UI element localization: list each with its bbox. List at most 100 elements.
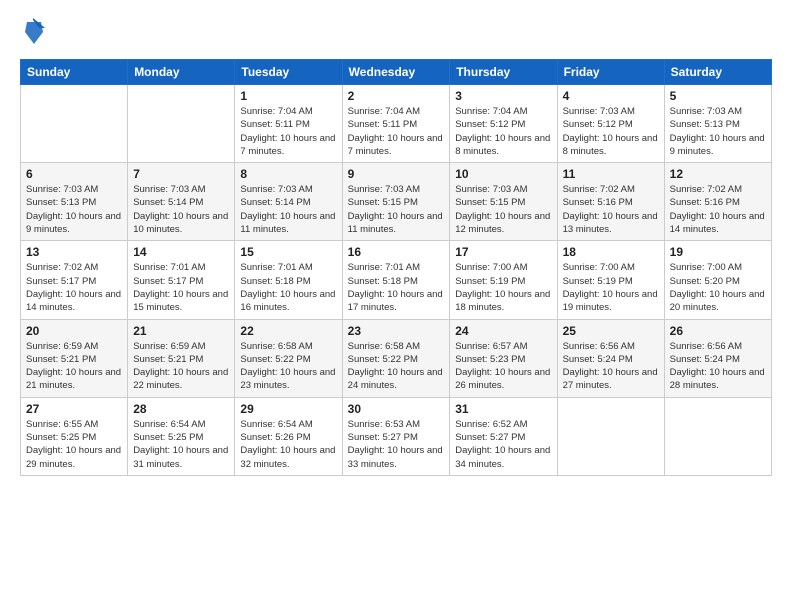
calendar-cell: 8 Sunrise: 7:03 AM Sunset: 5:14 PM Daylig… — [235, 163, 342, 241]
logo-icon — [23, 18, 45, 51]
day-info: Sunrise: 7:03 AM Sunset: 5:13 PM Dayligh… — [670, 105, 766, 158]
day-number: 26 — [670, 324, 766, 338]
day-info: Sunrise: 7:04 AM Sunset: 5:12 PM Dayligh… — [455, 105, 551, 158]
day-number: 19 — [670, 245, 766, 259]
day-number: 16 — [348, 245, 445, 259]
calendar-cell: 11 Sunrise: 7:02 AM Sunset: 5:16 PM Dayli… — [557, 163, 664, 241]
calendar-cell: 6 Sunrise: 7:03 AM Sunset: 5:13 PM Daylig… — [21, 163, 128, 241]
day-number: 28 — [133, 402, 229, 416]
calendar-cell: 2 Sunrise: 7:04 AM Sunset: 5:11 PM Daylig… — [342, 85, 450, 163]
calendar-weekday-sunday: Sunday — [21, 60, 128, 85]
calendar-cell: 4Sunrise: 7:03 AM Sunset: 5:12 PM Daylig… — [557, 85, 664, 163]
day-number: 24 — [455, 324, 551, 338]
day-info: Sunrise: 7:02 AM Sunset: 5:16 PM Dayligh… — [670, 183, 766, 236]
day-info: Sunrise: 7:01 AM Sunset: 5:18 PM Dayligh… — [348, 261, 445, 314]
calendar-week-row: 27 Sunrise: 6:55 AM Sunset: 5:25 PM Dayli… — [21, 397, 772, 475]
day-info: Sunrise: 6:55 AM Sunset: 5:25 PM Dayligh… — [26, 418, 122, 471]
day-number: 25 — [563, 324, 659, 338]
day-info: Sunrise: 7:02 AM Sunset: 5:16 PM Dayligh… — [563, 183, 659, 236]
day-number: 21 — [133, 324, 229, 338]
day-info: Sunrise: 6:56 AM Sunset: 5:24 PM Dayligh… — [563, 340, 659, 393]
day-number: 31 — [455, 402, 551, 416]
day-number: 30 — [348, 402, 445, 416]
day-number: 2 — [348, 89, 445, 103]
calendar-week-row: 20Sunrise: 6:59 AM Sunset: 5:21 PM Dayli… — [21, 319, 772, 397]
calendar-cell: 16 Sunrise: 7:01 AM Sunset: 5:18 PM Dayli… — [342, 241, 450, 319]
calendar-cell: 17 Sunrise: 7:00 AM Sunset: 5:19 PM Dayli… — [450, 241, 557, 319]
day-number: 3 — [455, 89, 551, 103]
calendar-cell — [21, 85, 128, 163]
day-number: 6 — [26, 167, 122, 181]
calendar-cell: 26 Sunrise: 6:56 AM Sunset: 5:24 PM Dayli… — [664, 319, 771, 397]
day-info: Sunrise: 6:59 AM Sunset: 5:21 PM Dayligh… — [133, 340, 229, 393]
calendar-cell: 19 Sunrise: 7:00 AM Sunset: 5:20 PM Dayli… — [664, 241, 771, 319]
calendar-weekday-monday: Monday — [128, 60, 235, 85]
day-number: 7 — [133, 167, 229, 181]
day-info: Sunrise: 6:56 AM Sunset: 5:24 PM Dayligh… — [670, 340, 766, 393]
day-number: 22 — [240, 324, 336, 338]
day-info: Sunrise: 6:54 AM Sunset: 5:25 PM Dayligh… — [133, 418, 229, 471]
calendar-cell: 31 Sunrise: 6:52 AM Sunset: 5:27 PM Dayli… — [450, 397, 557, 475]
day-number: 15 — [240, 245, 336, 259]
day-number: 14 — [133, 245, 229, 259]
calendar-cell: 1 Sunrise: 7:04 AM Sunset: 5:11 PM Daylig… — [235, 85, 342, 163]
calendar-week-row: 6 Sunrise: 7:03 AM Sunset: 5:13 PM Daylig… — [21, 163, 772, 241]
day-info: Sunrise: 6:53 AM Sunset: 5:27 PM Dayligh… — [348, 418, 445, 471]
day-number: 9 — [348, 167, 445, 181]
day-number: 13 — [26, 245, 122, 259]
day-info: Sunrise: 7:02 AM Sunset: 5:17 PM Dayligh… — [26, 261, 122, 314]
calendar-cell: 9 Sunrise: 7:03 AM Sunset: 5:15 PM Daylig… — [342, 163, 450, 241]
calendar-cell: 25 Sunrise: 6:56 AM Sunset: 5:24 PM Dayli… — [557, 319, 664, 397]
calendar-cell: 15 Sunrise: 7:01 AM Sunset: 5:18 PM Dayli… — [235, 241, 342, 319]
calendar-weekday-thursday: Thursday — [450, 60, 557, 85]
day-number: 11 — [563, 167, 659, 181]
day-info: Sunrise: 7:03 AM Sunset: 5:15 PM Dayligh… — [455, 183, 551, 236]
calendar-header-row: SundayMondayTuesdayWednesdayThursdayFrid… — [21, 60, 772, 85]
day-number: 23 — [348, 324, 445, 338]
day-info: Sunrise: 6:58 AM Sunset: 5:22 PM Dayligh… — [348, 340, 445, 393]
calendar-weekday-tuesday: Tuesday — [235, 60, 342, 85]
calendar-cell: 7 Sunrise: 7:03 AM Sunset: 5:14 PM Daylig… — [128, 163, 235, 241]
calendar-cell: 3 Sunrise: 7:04 AM Sunset: 5:12 PM Daylig… — [450, 85, 557, 163]
day-number: 1 — [240, 89, 336, 103]
day-number: 17 — [455, 245, 551, 259]
calendar-cell: 28 Sunrise: 6:54 AM Sunset: 5:25 PM Dayli… — [128, 397, 235, 475]
day-info: Sunrise: 6:52 AM Sunset: 5:27 PM Dayligh… — [455, 418, 551, 471]
day-number: 12 — [670, 167, 766, 181]
calendar-cell: 18Sunrise: 7:00 AM Sunset: 5:19 PM Dayli… — [557, 241, 664, 319]
day-info: Sunrise: 6:57 AM Sunset: 5:23 PM Dayligh… — [455, 340, 551, 393]
day-info: Sunrise: 7:04 AM Sunset: 5:11 PM Dayligh… — [348, 105, 445, 158]
day-info: Sunrise: 7:01 AM Sunset: 5:18 PM Dayligh… — [240, 261, 336, 314]
calendar-cell: 30 Sunrise: 6:53 AM Sunset: 5:27 PM Dayli… — [342, 397, 450, 475]
day-info: Sunrise: 7:00 AM Sunset: 5:20 PM Dayligh… — [670, 261, 766, 314]
day-info: Sunrise: 7:03 AM Sunset: 5:14 PM Dayligh… — [133, 183, 229, 236]
day-info: Sunrise: 7:04 AM Sunset: 5:11 PM Dayligh… — [240, 105, 336, 158]
logo — [20, 18, 45, 51]
calendar-cell: 14Sunrise: 7:01 AM Sunset: 5:17 PM Dayli… — [128, 241, 235, 319]
calendar-cell: 24 Sunrise: 6:57 AM Sunset: 5:23 PM Dayli… — [450, 319, 557, 397]
day-number: 18 — [563, 245, 659, 259]
day-number: 8 — [240, 167, 336, 181]
day-info: Sunrise: 6:59 AM Sunset: 5:21 PM Dayligh… — [26, 340, 122, 393]
day-info: Sunrise: 7:03 AM Sunset: 5:14 PM Dayligh… — [240, 183, 336, 236]
calendar-weekday-wednesday: Wednesday — [342, 60, 450, 85]
calendar-cell: 22 Sunrise: 6:58 AM Sunset: 5:22 PM Dayli… — [235, 319, 342, 397]
day-info: Sunrise: 6:54 AM Sunset: 5:26 PM Dayligh… — [240, 418, 336, 471]
calendar-cell: 20Sunrise: 6:59 AM Sunset: 5:21 PM Dayli… — [21, 319, 128, 397]
day-info: Sunrise: 7:03 AM Sunset: 5:15 PM Dayligh… — [348, 183, 445, 236]
calendar-cell: 27 Sunrise: 6:55 AM Sunset: 5:25 PM Dayli… — [21, 397, 128, 475]
calendar-cell — [557, 397, 664, 475]
day-number: 27 — [26, 402, 122, 416]
day-number: 4 — [563, 89, 659, 103]
day-info: Sunrise: 7:00 AM Sunset: 5:19 PM Dayligh… — [455, 261, 551, 314]
calendar-week-row: 13 Sunrise: 7:02 AM Sunset: 5:17 PM Dayli… — [21, 241, 772, 319]
calendar-cell: 13 Sunrise: 7:02 AM Sunset: 5:17 PM Dayli… — [21, 241, 128, 319]
page-header — [20, 18, 772, 51]
calendar-cell: 10 Sunrise: 7:03 AM Sunset: 5:15 PM Dayli… — [450, 163, 557, 241]
day-info: Sunrise: 7:03 AM Sunset: 5:13 PM Dayligh… — [26, 183, 122, 236]
day-info: Sunrise: 6:58 AM Sunset: 5:22 PM Dayligh… — [240, 340, 336, 393]
calendar-cell — [664, 397, 771, 475]
calendar-weekday-saturday: Saturday — [664, 60, 771, 85]
day-number: 10 — [455, 167, 551, 181]
day-number: 29 — [240, 402, 336, 416]
